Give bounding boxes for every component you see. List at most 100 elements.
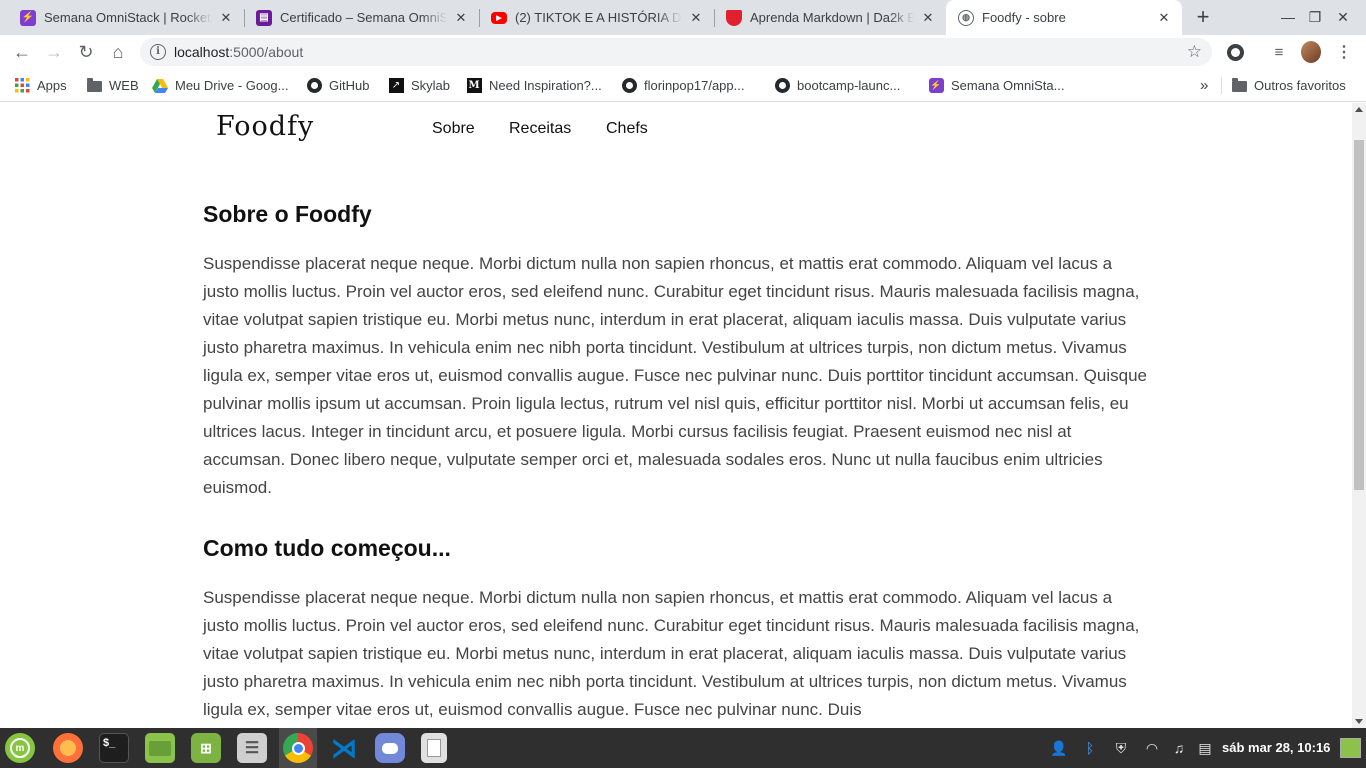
tab-youtube-tiktok[interactable]: ▶ (2) TIKTOK E A HISTÓRIA DO ✕ — [479, 0, 714, 35]
section-paragraph-como-comecou: Suspendisse placerat neque neque. Morbi … — [203, 588, 1140, 719]
bookmark-label: Need Inspiration?... — [489, 78, 602, 93]
scroll-up-arrow-icon[interactable] — [1355, 107, 1363, 112]
bookmark-skylab[interactable]: ↗ Skylab — [388, 69, 450, 102]
bookmark-web[interactable]: WEB — [86, 69, 139, 102]
bookmark-github[interactable]: GitHub — [306, 69, 369, 102]
certificate-icon: ▤ — [256, 9, 272, 26]
nav-link-chefs[interactable]: Chefs — [606, 120, 648, 138]
linux-mint-menu-icon[interactable]: m — [5, 733, 35, 763]
bookmark-label: Semana OmniSta... — [951, 78, 1065, 93]
bookmarks-bar: Apps WEB Meu Drive - Goog... GitHub ↗ Sk… — [0, 69, 1366, 102]
bookmark-label: Meu Drive - Goog... — [175, 78, 289, 93]
settings-icon[interactable]: ☰ — [237, 733, 267, 763]
discord-icon[interactable] — [375, 733, 405, 763]
os-taskbar: m $_ ⊞ ☰ ⋊ 👤 ᛒ ⛨ ◠ ♫ ▤ sáb mar 28, 10:16 — [0, 728, 1366, 768]
section-heading-como-comecou: Como tudo começou... — [203, 535, 451, 561]
wifi-icon[interactable]: ◠ — [1143, 738, 1161, 758]
site-info-icon[interactable]: i — [150, 44, 166, 60]
bookmark-label: Skylab — [411, 78, 451, 93]
tab-label: Aprenda Markdown | Da2k Blog — [750, 10, 914, 25]
firefox-icon[interactable] — [53, 733, 83, 763]
github-icon — [621, 78, 637, 94]
apps-grid-icon — [14, 78, 30, 94]
page-scrollbar[interactable] — [1352, 103, 1366, 728]
tab-strip: ⚡ Semana OmniStack | Rocketseat ✕ ▤ Cert… — [0, 0, 1366, 35]
github-icon — [306, 78, 322, 94]
clipboard-icon[interactable]: ▤ — [1196, 738, 1214, 758]
bookmark-florinpop[interactable]: florinpop17/app... — [621, 69, 744, 102]
media-control-icon[interactable]: ≡ — [1269, 42, 1289, 62]
chrome-icon[interactable] — [283, 733, 313, 763]
address-bar[interactable]: i localhost:5000/about ☆ — [140, 38, 1212, 66]
bookmark-star-icon[interactable]: ☆ — [1187, 42, 1202, 62]
bookmark-outros-favoritos[interactable]: Outros favoritos — [1231, 69, 1346, 102]
close-icon[interactable]: ✕ — [1156, 10, 1172, 26]
medium-icon: M — [466, 78, 482, 93]
close-icon[interactable]: ✕ — [920, 10, 936, 26]
text-editor-icon[interactable] — [421, 733, 447, 763]
files-icon[interactable] — [145, 733, 175, 763]
da2k-icon — [726, 9, 742, 26]
forward-icon[interactable]: → — [42, 40, 66, 64]
skylab-icon: ↗ — [388, 78, 404, 94]
update-shield-icon[interactable]: ⛨ — [1112, 738, 1130, 758]
tab-label: Foodfy - sobre — [982, 10, 1066, 25]
bookmark-label: florinpop17/app... — [644, 78, 745, 93]
user-icon[interactable]: 👤 — [1050, 738, 1068, 758]
scroll-down-arrow-icon[interactable] — [1355, 719, 1363, 724]
tab-semana-omnistack[interactable]: ⚡ Semana OmniStack | Rocketseat ✕ — [8, 0, 244, 35]
nav-link-sobre[interactable]: Sobre — [432, 120, 475, 138]
tab-foodfy-sobre[interactable]: ◍ Foodfy - sobre ✕ — [946, 0, 1182, 35]
bookmark-bootcamp[interactable]: bootcamp-launc... — [774, 69, 900, 102]
url-host: localhost — [174, 44, 230, 60]
bookmark-semana-omnistack[interactable]: ⚡ Semana OmniSta... — [928, 69, 1064, 102]
bookmark-meu-drive[interactable]: Meu Drive - Goog... — [152, 69, 288, 102]
tab-label: Certificado – Semana OmniStack — [280, 10, 447, 25]
url-text[interactable]: localhost:5000/about — [174, 44, 303, 60]
bluetooth-icon[interactable]: ᛒ — [1081, 738, 1099, 758]
minimize-icon[interactable]: — — [1278, 8, 1298, 26]
restore-icon[interactable]: ❐ — [1305, 8, 1325, 26]
bookmark-label: WEB — [109, 78, 139, 93]
home-icon[interactable]: ⌂ — [106, 40, 130, 64]
window-close-icon[interactable]: ✕ — [1333, 8, 1353, 26]
bookmarks-overflow-button[interactable]: » — [1200, 69, 1208, 102]
bookmark-label: Apps — [37, 78, 67, 93]
show-desktop-icon[interactable] — [1340, 738, 1361, 758]
system-clock[interactable]: sáb mar 28, 10:16 — [1222, 740, 1330, 755]
music-note-icon[interactable]: ♫ — [1170, 738, 1188, 758]
new-tab-button[interactable]: + — [1192, 6, 1214, 28]
terminal-icon[interactable]: $_ — [99, 733, 129, 763]
nav-link-receitas[interactable]: Receitas — [509, 120, 571, 138]
bookmark-label: GitHub — [329, 78, 370, 93]
vscode-icon[interactable]: ⋊ — [329, 733, 359, 763]
bookmark-need-inspiration[interactable]: M Need Inspiration?... — [466, 69, 602, 102]
reload-icon[interactable]: ↻ — [74, 40, 98, 64]
page-viewport: Foodfy Sobre Receitas Chefs Sobre o Food… — [0, 103, 1352, 728]
youtube-icon: ▶ — [491, 11, 507, 24]
profile-avatar[interactable] — [1301, 41, 1321, 63]
bookmark-label: bootcamp-launc... — [797, 78, 901, 93]
extension-icon[interactable] — [1225, 42, 1245, 62]
globe-icon: ◍ — [958, 9, 974, 26]
browser-toolbar: ← → ↻ ⌂ i localhost:5000/about ☆ ≡ ⋮ — [0, 35, 1366, 69]
section-heading-sobre: Sobre o Foodfy — [203, 201, 372, 227]
google-drive-icon — [152, 78, 168, 94]
rocketseat-icon: ⚡ — [928, 78, 944, 94]
back-icon[interactable]: ← — [10, 40, 34, 64]
tab-aprenda-markdown[interactable]: Aprenda Markdown | Da2k Blog ✕ — [714, 0, 946, 35]
folder-icon — [86, 78, 102, 94]
site-logo[interactable]: Foodfy — [216, 111, 314, 142]
close-icon[interactable]: ✕ — [218, 10, 234, 26]
scrollbar-thumb[interactable] — [1354, 140, 1364, 490]
tab-certificado[interactable]: ▤ Certificado – Semana OmniStack ✕ — [244, 0, 479, 35]
rocketseat-icon: ⚡ — [20, 9, 36, 26]
tab-label: (2) TIKTOK E A HISTÓRIA DO — [515, 10, 682, 25]
calculator-icon[interactable]: ⊞ — [191, 733, 221, 763]
bookmark-apps[interactable]: Apps — [14, 69, 67, 102]
close-icon[interactable]: ✕ — [453, 10, 469, 26]
close-icon[interactable]: ✕ — [688, 10, 704, 26]
section-paragraph-sobre: Suspendisse placerat neque neque. Morbi … — [203, 254, 1147, 497]
menu-kebab-icon[interactable]: ⋮ — [1334, 42, 1354, 62]
url-path: :5000/about — [229, 44, 304, 60]
